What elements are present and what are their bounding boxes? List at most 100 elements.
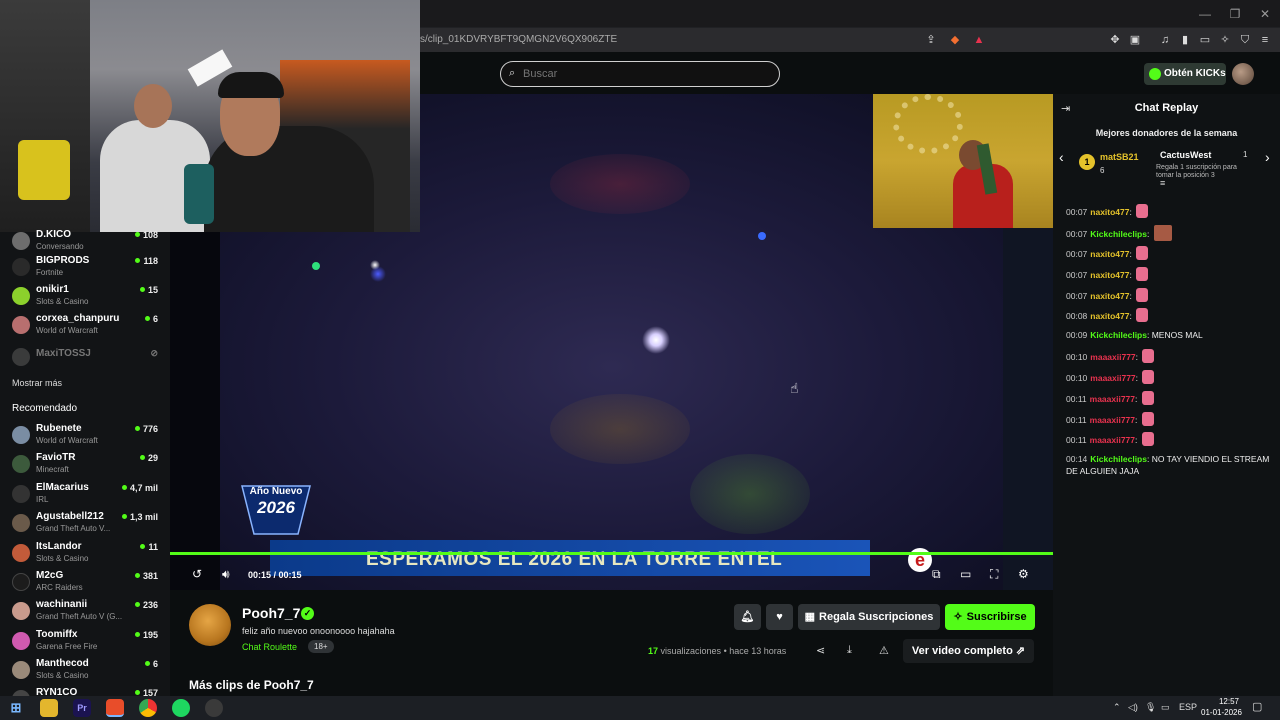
mic-icon[interactable]: 🎙︎ [1145,702,1156,713]
sidebar-channel[interactable]: Toomiffx Garena Free Fire 195 [0,628,170,656]
leo-ai-icon[interactable]: ✧ [1218,33,1232,47]
follow-button[interactable]: ♥ [766,604,793,630]
firework-spark [642,326,670,354]
full-video-button[interactable]: Ver video completo ⇗ [903,639,1034,663]
sidebar-channel[interactable]: corxea_chanpuru World of Warcraft 6 [0,312,170,340]
sidebar-channel[interactable]: Agustabell212 Grand Theft Auto V... 1,3 … [0,510,170,538]
donor-name[interactable]: CactusWest [1160,150,1211,160]
pinned-toggle-icon[interactable]: ≡ [1160,178,1165,188]
sidebar-channel[interactable]: M2cG ARC Raiders 381 [0,569,170,597]
chevron-right-icon[interactable]: › [1265,149,1270,165]
channel-name[interactable]: Pooh7_7 [242,605,300,621]
sidebar-channel[interactable]: wachinanii Grand Theft Auto V (G... 236 [0,598,170,626]
obs-icon[interactable] [205,699,223,717]
extensions-icon[interactable]: ✥ [1108,33,1122,47]
sidebar-channel[interactable]: BIGPRODS Fortnite 118 [0,254,170,282]
premiere-icon[interactable]: Pr [73,699,91,717]
sidebar-channel[interactable]: Manthecod Slots & Casino 6 [0,657,170,685]
search-box[interactable]: ⌕ [500,61,780,87]
sidebar-channel[interactable]: Rubenete World of Warcraft 776 [0,422,170,450]
replay-icon[interactable]: ↺ [192,567,202,581]
sidebar-channel[interactable]: ElMacarius IRL 4,7 mil [0,481,170,509]
donor-name[interactable]: matSB21 [1100,152,1139,162]
chat-username[interactable]: Kickchileclips [1090,229,1147,239]
fullscreen-icon[interactable]: ⛶ [990,567,998,582]
brave-rewards-icon[interactable]: ▲ [972,33,986,47]
clock-time[interactable]: 12:57 [1209,697,1249,706]
theater-mode-icon[interactable]: ▭ [960,567,971,581]
search-input[interactable] [523,64,763,84]
volume-icon[interactable]: 🔊︎ [222,567,230,582]
channel-avatar [12,426,30,444]
maximize-button[interactable]: ❐ [1220,4,1250,24]
chrome-icon[interactable] [139,699,157,717]
channel-avatar[interactable] [189,604,231,646]
sidebar-channel[interactable]: RYN1CO 157 [0,686,170,696]
chat-username[interactable]: naxito477 [1090,311,1129,321]
channel-category: Conversando [36,242,84,251]
wallet-icon[interactable]: ▭ [1198,33,1212,47]
brave-browser-icon[interactable] [106,699,124,717]
category-link[interactable]: Chat Roulette [242,642,297,652]
media-icon[interactable]: ♫ [1158,33,1172,47]
light-spark [312,262,320,270]
chat-message: 00:07 Kickchileclips: [1066,225,1271,241]
settings-icon[interactable]: ⚙ [1018,567,1029,581]
sidebar-channel-offline[interactable]: MaxiTOSSJ ⊘ [0,344,170,372]
file-explorer-icon[interactable] [40,699,58,717]
brave-shield-icon[interactable]: ◆ [948,33,962,47]
gift-subs-button[interactable]: ▦ Regala Suscripciones [798,604,940,630]
chat-username[interactable]: maaaxii777 [1090,394,1135,404]
chat-username[interactable]: naxito477 [1090,207,1129,217]
tray-chevron-icon[interactable]: ⌃ [1113,702,1121,713]
close-window-button[interactable]: ✕ [1250,4,1280,24]
chevron-left-icon[interactable]: ‹ [1059,149,1064,165]
chat-username[interactable]: Kickchileclips [1090,454,1147,464]
address-bar[interactable]: s/clip_01KDVRYBFT9QMGN2V6QX906ZTE [420,28,1280,52]
screenshot-icon[interactable]: ▣ [1128,33,1142,47]
report-icon[interactable]: ⚠ [879,644,889,657]
menu-icon[interactable]: ≡ [1258,33,1272,47]
chat-username[interactable]: maaaxii777 [1090,415,1135,425]
sidebar-channel[interactable]: FavioTR Minecraft 29 [0,451,170,479]
notification-button[interactable]: 🔔︎ [734,604,761,630]
chat-username[interactable]: maaaxii777 [1090,352,1135,362]
get-kicks-button[interactable]: Obtén KICKs [1144,63,1226,85]
sidebar-channel[interactable]: onikir1 Slots & Casino 15 [0,283,170,311]
chat-timestamp: 00:10 [1066,373,1088,383]
language-indicator[interactable]: ESP [1179,702,1197,712]
sidebar-channel[interactable]: ItsLandor Slots & Casino 11 [0,540,170,568]
vpn-icon[interactable]: ⛉ [1238,33,1252,47]
show-more-link[interactable]: Mostrar más [12,378,62,388]
chat-username[interactable]: maaaxii777 [1090,373,1135,383]
spotify-icon[interactable] [172,699,190,717]
chat-username[interactable]: maaaxii777 [1090,435,1135,445]
sidebar-channel[interactable]: D.KICO Conversando 108 [0,228,170,256]
chat-separator: : [1129,207,1135,217]
download-icon[interactable]: ⤓ [847,644,852,657]
chat-timestamp: 00:07 [1066,207,1088,217]
subscribe-button[interactable]: ✧ Suscribirse [945,604,1035,630]
chat-emote [1141,432,1154,446]
clock-date[interactable]: 01-01-2026 [1201,708,1242,717]
user-avatar[interactable] [1232,63,1254,85]
gift-subs-label: Regala Suscripciones [819,611,934,623]
chat-username[interactable]: Kickchileclips [1090,330,1147,340]
pip-icon[interactable]: ⧉ [932,567,941,582]
network-icon[interactable]: ▭ [1161,702,1170,713]
windows-start-icon[interactable]: ⊞ [7,699,25,717]
share-icon[interactable]: ⇪ [924,33,938,47]
chat-username[interactable]: naxito477 [1090,270,1129,280]
video-progress-bar[interactable] [170,552,1053,555]
notifications-icon[interactable]: ▢ [1252,700,1262,713]
speaker-icon[interactable]: ◁) [1128,702,1138,713]
chat-separator: : [1129,249,1135,259]
chat-username[interactable]: naxito477 [1090,249,1129,259]
url-text[interactable]: s/clip_01KDVRYBFT9QMGN2V6QX906ZTE [420,34,617,45]
sidebar-toggle-icon[interactable]: ▮ [1178,33,1192,47]
chat-username[interactable]: naxito477 [1090,291,1129,301]
bell-icon: 🔔︎ [740,611,755,623]
chat-message: 00:08 naxito477: [1066,308,1271,322]
minimize-button[interactable]: — [1190,4,1220,24]
share-icon[interactable]: ⋖ [816,644,825,657]
